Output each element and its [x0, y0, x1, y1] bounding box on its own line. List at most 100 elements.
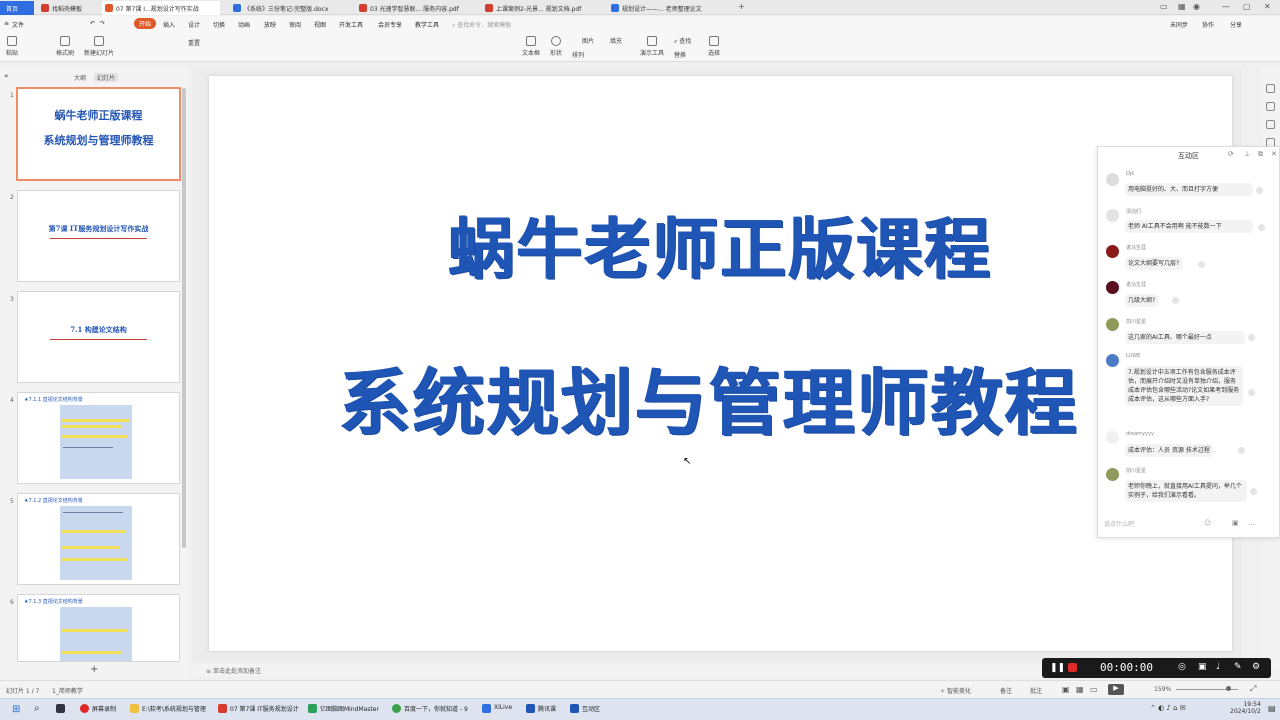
slide-thumb-3[interactable]: 7.1 构建论文结构	[17, 291, 180, 383]
theme-name[interactable]: 1_简师教学	[52, 686, 83, 695]
reset-button[interactable]: 重置	[188, 38, 200, 47]
command-search[interactable]: ⌕ 查找命令、搜索模板	[452, 20, 511, 30]
user-avatar[interactable]: ◉	[1193, 2, 1200, 11]
taskbar-item[interactable]: XiLive	[482, 704, 512, 713]
menu-member[interactable]: 会员专享	[378, 20, 402, 29]
menu-slideshow[interactable]: 放映	[264, 20, 276, 29]
grid-icon[interactable]: ▦	[1178, 2, 1186, 11]
window-layout-icon[interactable]: ▭	[1160, 2, 1168, 11]
fill-button[interactable]: 填充	[610, 36, 622, 45]
reply-icon[interactable]	[1248, 389, 1255, 396]
camera-icon[interactable]: ◎	[1178, 662, 1186, 672]
taskbar-item[interactable]: 07 第7课 IT服务规划设计	[218, 704, 299, 713]
play-slideshow-button[interactable]: ▶	[1108, 684, 1124, 695]
paste-button[interactable]: 粘贴	[6, 36, 18, 57]
slide-title-line1[interactable]: 蜗牛老师正版课程	[209, 196, 1232, 292]
tab-pdf-2[interactable]: 上课案例2-光景... 规划文档.pdf	[482, 1, 602, 15]
collapse-panel-icon[interactable]: «	[4, 72, 8, 80]
close-icon[interactable]: ✕	[1271, 150, 1277, 158]
view-tab-outline[interactable]: 大纲	[74, 73, 86, 82]
tab-pdf-1[interactable]: 03 光速学智慧联... 服务内容.pdf	[356, 1, 476, 15]
presenter-tools-button[interactable]: 演示工具	[640, 36, 664, 57]
menu-design[interactable]: 设计	[188, 20, 200, 29]
thumbnail-scrollbar[interactable]	[182, 88, 186, 548]
clock[interactable]: 19:54 2024/10/2	[1230, 701, 1261, 715]
slide-thumb-4[interactable]: ★7.1.1 直视论文结构背景	[17, 392, 180, 484]
stop-icon[interactable]	[1068, 663, 1077, 672]
more-icon[interactable]: …	[1248, 519, 1255, 527]
undo-icon[interactable]: ↶	[90, 20, 95, 27]
reply-icon[interactable]	[1258, 224, 1265, 231]
maximize-icon[interactable]: ▢	[1243, 2, 1251, 11]
slide-thumb-2[interactable]: 第7课 IT服务规划设计写作实战	[17, 190, 180, 282]
menu-teaching[interactable]: 教学工具	[415, 20, 439, 29]
comment-toggle[interactable]: 批注	[1030, 686, 1042, 695]
app-icon[interactable]	[56, 704, 65, 713]
close-icon[interactable]: ✕	[1264, 2, 1271, 11]
shape-button[interactable]: 形状	[550, 36, 562, 57]
zoom-level[interactable]: 159%	[1154, 686, 1171, 693]
reading-view-icon[interactable]: ▭	[1090, 685, 1098, 694]
add-slide-icon[interactable]: +	[90, 664, 98, 675]
reply-icon[interactable]	[1172, 297, 1179, 304]
taskbar-item[interactable]: 亿图脑图MindMaster	[308, 704, 379, 713]
screenshot-icon[interactable]: ▣	[1198, 662, 1207, 672]
minimize-icon[interactable]: —	[1222, 2, 1230, 11]
normal-view-icon[interactable]: ▣	[1062, 685, 1070, 694]
tab-ppt-active[interactable]: 07 第7课 I...规划设计写作实战	[102, 1, 220, 15]
menu-devtools[interactable]: 开发工具	[339, 20, 363, 29]
taskbar-item[interactable]: 腾讯课	[526, 704, 556, 713]
hamburger-icon[interactable]: ≡	[4, 20, 9, 27]
mic-icon[interactable]: ♩	[1216, 662, 1220, 672]
new-tab-icon[interactable]: +	[738, 2, 745, 11]
reply-icon[interactable]	[1238, 447, 1245, 454]
reply-icon[interactable]	[1256, 187, 1263, 194]
collab-button[interactable]: 协作	[1202, 20, 1214, 29]
image-icon[interactable]: ▣	[1232, 519, 1239, 527]
new-slide-button[interactable]: 新建幻灯片	[84, 36, 114, 57]
fit-window-icon[interactable]: ⤢	[1250, 684, 1256, 694]
taskbar-item[interactable]: 屏幕录制	[80, 704, 116, 713]
menu-transition[interactable]: 切换	[213, 20, 225, 29]
format-painter-button[interactable]: 格式刷	[56, 36, 74, 57]
tool-icon[interactable]	[1266, 102, 1275, 111]
reply-icon[interactable]	[1198, 261, 1205, 268]
pen-icon[interactable]: ✎	[1234, 662, 1242, 672]
menu-animation[interactable]: 动画	[238, 20, 250, 29]
notification-icon[interactable]: ▤	[1268, 704, 1276, 713]
menu-view[interactable]: 视图	[314, 20, 326, 29]
menu-insert[interactable]: 插入	[163, 20, 175, 29]
slide-thumb-1[interactable]: 蜗牛老师正版课程 系统规划与管理师教程	[17, 88, 180, 180]
menu-file[interactable]: 文件	[12, 20, 24, 29]
popout-icon[interactable]: ⧉	[1258, 150, 1263, 159]
menu-review[interactable]: 审阅	[289, 20, 301, 29]
emoji-icon[interactable]: ☺	[1204, 519, 1211, 527]
sorter-view-icon[interactable]: ▦	[1076, 685, 1084, 694]
pause-icon[interactable]: ❚❚	[1050, 663, 1065, 673]
arrange-button[interactable]: 排列	[572, 50, 584, 59]
refresh-icon[interactable]: ⟳	[1228, 150, 1234, 158]
find-button[interactable]: ⌕ 查找	[674, 36, 691, 46]
menu-home[interactable]: 开始	[134, 18, 157, 29]
pin-icon[interactable]: ⊥	[1244, 150, 1250, 158]
reply-icon[interactable]	[1248, 334, 1255, 341]
notes-toggle[interactable]: 备注	[1000, 686, 1012, 695]
settings-icon[interactable]: ⚙	[1252, 662, 1260, 672]
textbox-button[interactable]: 文本框	[522, 36, 540, 57]
tool-icon[interactable]	[1266, 120, 1275, 129]
zoom-slider-handle[interactable]	[1226, 686, 1231, 691]
taskbar-item[interactable]: 互动区	[570, 704, 600, 713]
redo-icon[interactable]: ↷	[100, 20, 105, 27]
share-button[interactable]: 分享	[1230, 20, 1242, 29]
system-tray-icons[interactable]: ⌃ ◐ ♪ ⌂ ✉	[1150, 704, 1186, 712]
taskbar-item[interactable]: E:\软考\系统规划与管理	[130, 704, 206, 713]
smart-beautify-button[interactable]: ✧ 智能美化	[940, 686, 971, 695]
unsynced-status[interactable]: 未同步	[1170, 20, 1188, 29]
slide-thumb-5[interactable]: ★7.1.2 直视论文结构背景	[17, 493, 180, 585]
search-icon[interactable]: ⌕	[34, 703, 40, 714]
reply-icon[interactable]	[1250, 488, 1257, 495]
tab-home[interactable]: 首页	[0, 1, 34, 15]
replace-button[interactable]: 替换	[674, 50, 686, 59]
view-tab-slides[interactable]: 幻灯片	[94, 73, 119, 82]
tab-doc-3[interactable]: 规划设计——... 老师整理论文	[608, 1, 732, 15]
